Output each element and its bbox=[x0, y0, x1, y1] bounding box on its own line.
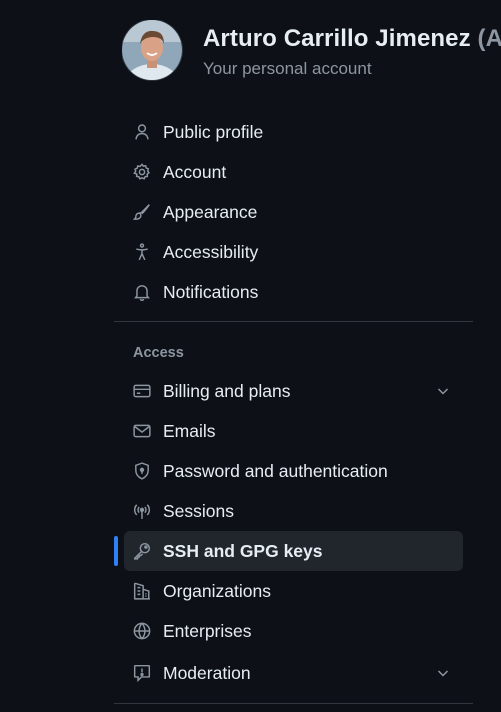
broadcast-icon bbox=[133, 502, 151, 520]
avatar[interactable] bbox=[122, 20, 182, 80]
bell-icon bbox=[133, 283, 151, 301]
sidebar-item-notifications[interactable]: Notifications bbox=[124, 272, 463, 312]
sidebar-item-moderation[interactable]: Moderation bbox=[124, 653, 463, 693]
sidebar-item-label: Sessions bbox=[163, 500, 235, 521]
sidebar-item-label: Account bbox=[163, 161, 227, 182]
globe-icon bbox=[133, 622, 151, 640]
selected-indicator bbox=[114, 536, 118, 566]
account-subtitle: Your personal account bbox=[203, 59, 372, 78]
sidebar-item-label: Billing and plans bbox=[163, 380, 291, 401]
sidebar-item-password-authentication[interactable]: Password and authentication bbox=[124, 451, 463, 491]
sidebar-item-label: Accessibility bbox=[163, 241, 259, 262]
mail-icon bbox=[133, 422, 151, 440]
account-name: Arturo Carrillo Jimenez (Ar bbox=[203, 25, 501, 53]
chevron-down-icon[interactable] bbox=[435, 665, 451, 681]
report-icon bbox=[133, 664, 151, 682]
sidebar-item-label: SSH and GPG keys bbox=[163, 540, 323, 561]
account-handle: (Ar bbox=[477, 25, 501, 52]
sidebar-item-sessions[interactable]: Sessions bbox=[124, 491, 463, 531]
credit-card-icon bbox=[133, 382, 151, 400]
sidebar-item-emails[interactable]: Emails bbox=[124, 411, 463, 451]
sidebar-item-label: Enterprises bbox=[163, 620, 252, 641]
gear-icon bbox=[133, 163, 151, 181]
sidebar-item-appearance[interactable]: Appearance bbox=[124, 192, 463, 232]
sidebar-item-accessibility[interactable]: Accessibility bbox=[124, 232, 463, 272]
sidebar-item-label: Password and authentication bbox=[163, 460, 388, 481]
sidebar-item-ssh-gpg-keys[interactable]: SSH and GPG keys bbox=[124, 531, 463, 571]
sidebar-item-account[interactable]: Account bbox=[124, 152, 463, 192]
sidebar-item-label: Public profile bbox=[163, 121, 264, 142]
sidebar-item-label: Notifications bbox=[163, 281, 259, 302]
person-icon bbox=[133, 123, 151, 141]
account-name-text: Arturo Carrillo Jimenez bbox=[203, 25, 471, 52]
paintbrush-icon bbox=[133, 203, 151, 221]
sidebar-item-enterprises[interactable]: Enterprises bbox=[124, 611, 463, 651]
sidebar-item-label: Moderation bbox=[163, 662, 251, 683]
organization-icon bbox=[133, 582, 151, 600]
accessibility-icon bbox=[133, 243, 151, 261]
account-header: Arturo Carrillo Jimenez (Ar Your persona… bbox=[122, 20, 501, 84]
key-icon bbox=[133, 542, 151, 560]
sidebar-item-label: Emails bbox=[163, 420, 216, 441]
sidebar-item-public-profile[interactable]: Public profile bbox=[124, 112, 463, 152]
settings-page: Arturo Carrillo Jimenez (Ar Your persona… bbox=[0, 0, 501, 712]
sidebar-item-billing[interactable]: Billing and plans bbox=[124, 371, 463, 411]
sidebar-item-organizations[interactable]: Organizations bbox=[124, 571, 463, 611]
chevron-down-icon[interactable] bbox=[435, 383, 451, 399]
sidebar-item-label: Appearance bbox=[163, 201, 258, 222]
section-heading-access: Access bbox=[133, 345, 184, 361]
sidebar-item-label: Organizations bbox=[163, 580, 271, 601]
shield-lock-icon bbox=[133, 462, 151, 480]
sidebar-divider bbox=[114, 321, 473, 322]
sidebar-divider bbox=[114, 703, 473, 704]
